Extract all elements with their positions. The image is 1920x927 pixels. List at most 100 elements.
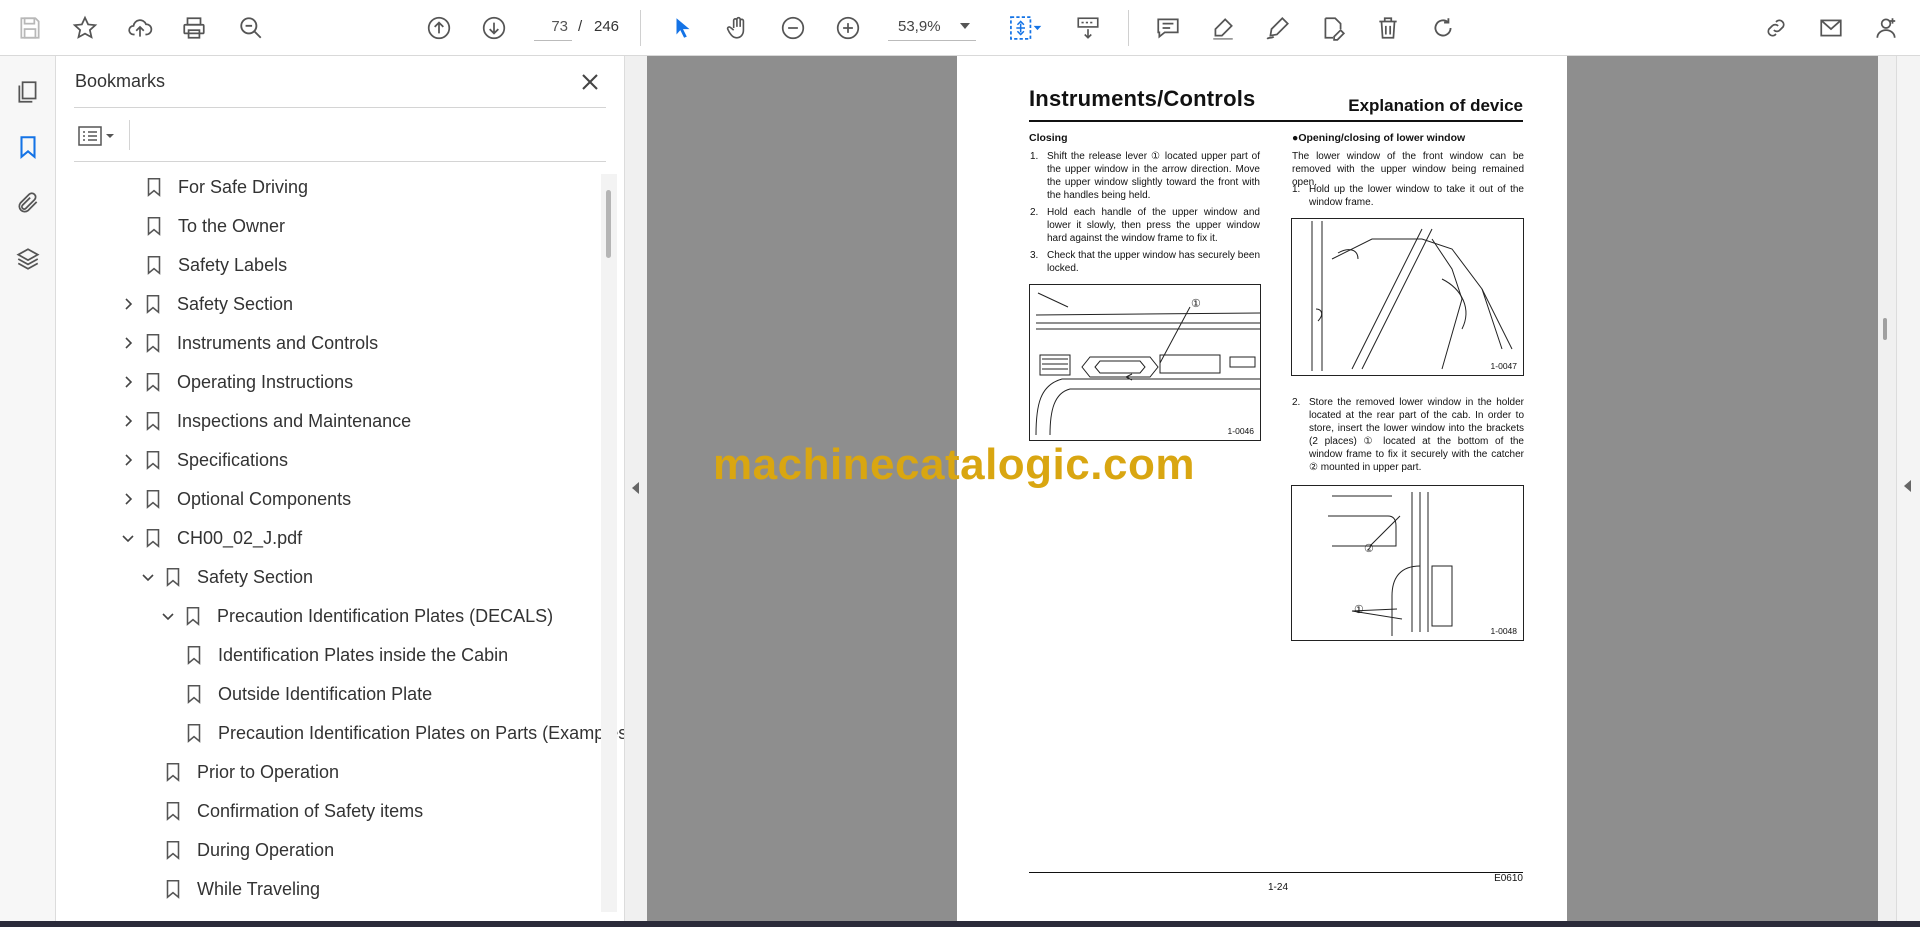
bookmark-label: Outside Identification Plate bbox=[218, 683, 433, 704]
bookmark-item[interactable]: Precaution Identification Plates (DECALS… bbox=[158, 599, 553, 633]
bookmarks-scrollbar[interactable] bbox=[601, 174, 617, 912]
bookmark-label: Safety Section bbox=[197, 566, 314, 587]
bookmark-icon bbox=[162, 838, 184, 862]
toolbar-divider bbox=[640, 10, 641, 46]
step-text: Shift the release lever ① located upper … bbox=[1047, 151, 1260, 201]
bookmark-item[interactable]: Specifications bbox=[118, 443, 288, 477]
bookmark-label: Confirmation of Safety items bbox=[197, 800, 424, 821]
chevron-down-icon[interactable] bbox=[118, 528, 138, 548]
previous-page-icon[interactable] bbox=[419, 8, 459, 48]
bookmark-label: Precaution Identification Plates on Part… bbox=[218, 722, 625, 743]
bookmark-item[interactable]: CH00_02_J.pdf bbox=[118, 521, 302, 555]
taskbar-edge bbox=[0, 921, 1920, 927]
step-number: 3. bbox=[1030, 250, 1039, 261]
bookmark-options-button[interactable] bbox=[76, 120, 124, 152]
bookmark-icon bbox=[142, 526, 164, 550]
select-cursor-icon[interactable] bbox=[663, 8, 703, 48]
chevron-right-icon[interactable] bbox=[118, 333, 138, 353]
chevron-right-icon[interactable] bbox=[118, 294, 138, 314]
bookmark-panel-icon[interactable] bbox=[12, 131, 44, 163]
bookmark-item[interactable]: During Operation bbox=[158, 833, 334, 867]
bookmark-item[interactable]: Identification Plates inside the Cabin bbox=[179, 638, 508, 672]
zoom-out-icon[interactable] bbox=[773, 8, 813, 48]
step-number: 1. bbox=[1030, 151, 1039, 162]
close-icon[interactable] bbox=[576, 68, 604, 96]
bookmark-item[interactable]: Optional Components bbox=[118, 482, 351, 516]
chevron-right-icon[interactable] bbox=[118, 489, 138, 509]
step-number: 2. bbox=[1030, 207, 1039, 218]
page-thumbnails-icon[interactable] bbox=[12, 76, 44, 108]
bookmark-icon bbox=[162, 799, 184, 823]
chevron-right-icon[interactable] bbox=[118, 372, 138, 392]
layers-icon[interactable] bbox=[12, 243, 44, 275]
zoom-level-dropdown[interactable]: 53,9% bbox=[888, 13, 976, 41]
bookmark-item[interactable]: Confirmation of Safety items bbox=[158, 794, 423, 828]
highlighter-icon[interactable] bbox=[1203, 8, 1243, 48]
bookmark-label: To the Owner bbox=[178, 215, 286, 236]
bookmark-item[interactable]: Precaution Identification Plates on Part… bbox=[179, 716, 625, 750]
document-scrollbar[interactable] bbox=[1878, 56, 1896, 921]
share-link-icon[interactable] bbox=[1756, 8, 1796, 48]
scrollbar-thumb[interactable] bbox=[606, 190, 611, 258]
left-step: 2. Hold each handle of the upper window … bbox=[1030, 206, 1260, 245]
chevron-right-icon[interactable] bbox=[118, 450, 138, 470]
hand-tool-icon[interactable] bbox=[718, 8, 758, 48]
comment-icon[interactable] bbox=[1148, 8, 1188, 48]
chevron-down-icon[interactable] bbox=[138, 567, 158, 587]
bookmark-label: Inspections and Maintenance bbox=[177, 410, 412, 431]
bookmark-item[interactable]: While Traveling bbox=[158, 872, 320, 906]
bookmark-item[interactable]: To the Owner bbox=[139, 209, 285, 243]
page-section-title: Explanation of device bbox=[1348, 96, 1523, 115]
right-step: 1. Hold up the lower window to take it o… bbox=[1292, 183, 1524, 209]
rotate-icon[interactable] bbox=[1423, 8, 1463, 48]
bookmark-label: Safety Section bbox=[177, 293, 294, 314]
watermark-text: machinecatalogic.com bbox=[713, 440, 1195, 489]
signature-pen-icon[interactable] bbox=[1258, 8, 1298, 48]
bookmark-item[interactable]: For Safe Driving bbox=[139, 170, 308, 204]
save-icon[interactable] bbox=[10, 8, 50, 48]
bookmark-icon bbox=[143, 253, 165, 277]
star-icon[interactable] bbox=[65, 8, 105, 48]
upload-cloud-icon[interactable] bbox=[120, 8, 160, 48]
bookmark-item[interactable]: Safety Section bbox=[138, 560, 313, 594]
toolbar-divider bbox=[1128, 10, 1129, 46]
page-number-input[interactable] bbox=[534, 13, 572, 41]
bookmark-item[interactable]: Instruments and Controls bbox=[118, 326, 378, 360]
edit-document-icon[interactable] bbox=[1313, 8, 1353, 48]
zoom-search-icon[interactable] bbox=[231, 8, 271, 48]
bookmark-item[interactable]: Safety Labels bbox=[139, 248, 287, 282]
left-heading: Closing bbox=[1029, 132, 1068, 144]
page-separator: / bbox=[578, 18, 583, 35]
bookmark-item[interactable]: Prior to Operation bbox=[158, 755, 339, 789]
chevron-down-icon bbox=[960, 23, 970, 29]
bookmark-icon bbox=[162, 877, 184, 901]
fit-page-icon[interactable] bbox=[1000, 8, 1050, 48]
bookmark-item[interactable]: Operating Instructions bbox=[118, 365, 353, 399]
account-icon[interactable] bbox=[1866, 8, 1906, 48]
bookmark-label: Prior to Operation bbox=[197, 761, 340, 782]
callout-label: ① bbox=[1354, 604, 1364, 616]
zoom-in-icon[interactable] bbox=[828, 8, 868, 48]
figure-lower-window: 1-0047 bbox=[1291, 218, 1524, 376]
chevron-right-icon[interactable] bbox=[118, 411, 138, 431]
bookmark-item[interactable]: Outside Identification Plate bbox=[179, 677, 432, 711]
page-title: Instruments/Controls bbox=[1029, 86, 1256, 111]
attachments-icon[interactable] bbox=[12, 187, 44, 219]
scroll-mode-icon[interactable] bbox=[1068, 8, 1108, 48]
document-code: E0610 bbox=[1494, 873, 1523, 884]
collapse-panel-icon[interactable] bbox=[632, 482, 639, 494]
chevron-down-icon[interactable] bbox=[158, 606, 178, 626]
bookmark-icon bbox=[142, 409, 164, 433]
scrollbar-thumb[interactable] bbox=[1883, 318, 1887, 340]
bookmark-item[interactable]: Safety Section bbox=[118, 287, 293, 321]
bookmark-item[interactable]: Inspections and Maintenance bbox=[118, 404, 411, 438]
bookmark-icon bbox=[183, 643, 205, 667]
bookmark-icon bbox=[182, 604, 204, 628]
trash-icon[interactable] bbox=[1368, 8, 1408, 48]
bookmark-label: Optional Components bbox=[177, 488, 352, 509]
next-page-icon[interactable] bbox=[474, 8, 514, 48]
print-icon[interactable] bbox=[174, 8, 214, 48]
expand-right-panel-icon[interactable] bbox=[1904, 480, 1911, 492]
bookmark-label: While Traveling bbox=[197, 878, 321, 899]
email-icon[interactable] bbox=[1811, 8, 1851, 48]
